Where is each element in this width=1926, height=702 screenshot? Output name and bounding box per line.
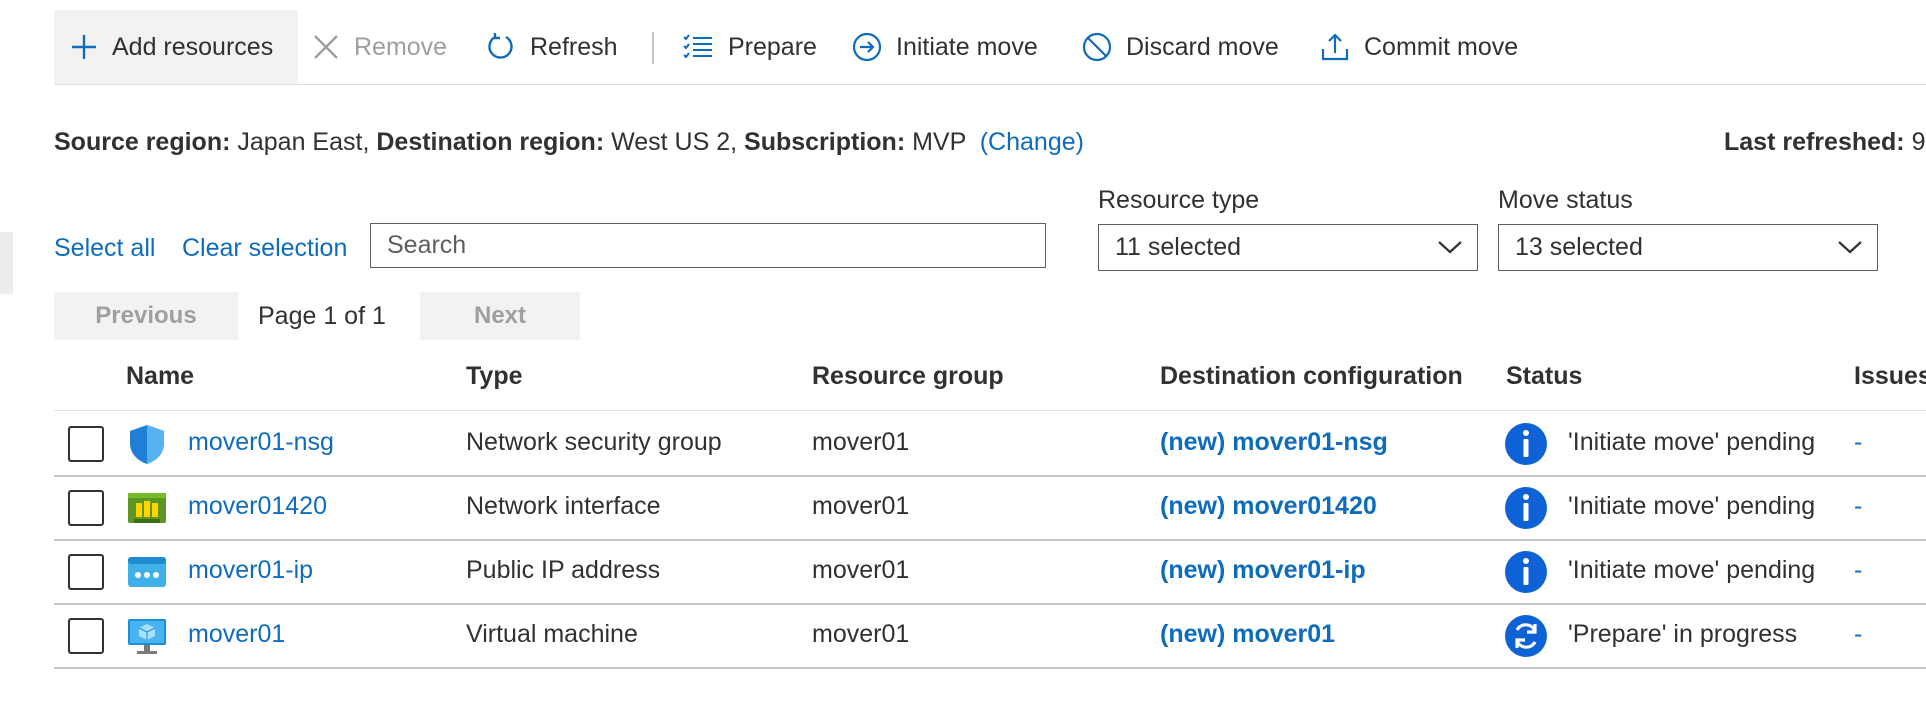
column-header-destination-configuration[interactable]: Destination configuration: [1160, 362, 1463, 391]
resource-type-selected: 11 selected: [1115, 233, 1242, 261]
move-status-label: Move status: [1498, 186, 1633, 214]
subscription-label: Subscription:: [744, 128, 906, 156]
network-interface-icon: [128, 493, 166, 523]
prepare-label: Prepare: [728, 32, 817, 61]
issues-link[interactable]: -: [1854, 620, 1862, 649]
column-header-issues[interactable]: Issues: [1854, 362, 1926, 391]
row-checkbox[interactable]: [68, 554, 104, 590]
table-row[interactable]: mover01-nsg Network security group mover…: [0, 412, 1926, 476]
add-resources-label: Add resources: [112, 32, 274, 61]
move-status-text: 'Initiate move' pending: [1568, 428, 1816, 456]
row-checkbox[interactable]: [68, 426, 104, 462]
issues-link[interactable]: -: [1854, 556, 1862, 585]
table-row[interactable]: mover01-ip Public IP address mover01 (ne…: [0, 540, 1926, 604]
nsg-shield-icon: [130, 425, 164, 464]
last-refreshed-value: 9: [1911, 128, 1926, 156]
discard-move-label: Discard move: [1126, 32, 1279, 61]
table-row[interactable]: mover01420 Network interface mover01 (ne…: [0, 476, 1926, 540]
row-checkbox[interactable]: [68, 490, 104, 526]
initiate-move-button[interactable]: Initiate move: [852, 10, 1038, 84]
resource-name-link[interactable]: mover01420: [188, 492, 327, 521]
search-input[interactable]: [370, 223, 1046, 268]
row-checkbox[interactable]: [68, 618, 104, 654]
source-region-value: Japan East,: [237, 128, 370, 156]
move-status-text: 'Initiate move' pending: [1568, 556, 1816, 584]
commit-move-label: Commit move: [1364, 32, 1519, 61]
column-header-status[interactable]: Status: [1506, 362, 1582, 391]
destination-config-link[interactable]: (new) mover01-nsg: [1160, 428, 1388, 457]
select-all-link[interactable]: Select all: [54, 234, 155, 263]
source-region-label: Source region:: [54, 128, 231, 156]
previous-page-button[interactable]: Previous: [54, 292, 238, 340]
cancel-circle-icon: [1082, 32, 1112, 62]
left-panel-edge: [0, 232, 13, 294]
destination-config-link[interactable]: (new) mover01-ip: [1160, 556, 1366, 585]
initiate-move-label: Initiate move: [896, 32, 1038, 61]
issues-link[interactable]: -: [1854, 428, 1862, 457]
page-indicator: Page 1 of 1: [258, 302, 386, 330]
resource-type: Network interface: [466, 492, 661, 520]
resource-group: mover01: [812, 620, 910, 648]
virtual-machine-icon: [128, 619, 166, 654]
plus-icon: [72, 35, 96, 59]
move-status-dropdown[interactable]: 13 selected: [1498, 224, 1878, 271]
header-divider: [54, 410, 1926, 411]
move-status-text: 'Prepare' in progress: [1568, 620, 1798, 648]
chevron-down-icon: [1838, 241, 1862, 254]
move-status-selected: 13 selected: [1515, 233, 1643, 261]
info-icon: [1505, 551, 1547, 593]
close-icon: [314, 35, 338, 59]
column-header-type[interactable]: Type: [466, 362, 523, 391]
change-subscription-link[interactable]: (Change): [980, 128, 1084, 156]
resource-name-link[interactable]: mover01-ip: [188, 556, 313, 585]
commit-move-button[interactable]: Commit move: [1320, 10, 1518, 84]
destination-region-label: Destination region:: [376, 128, 605, 156]
column-header-name[interactable]: Name: [126, 362, 194, 391]
resource-name-link[interactable]: mover01-nsg: [188, 428, 334, 457]
clear-selection-link[interactable]: Clear selection: [182, 234, 347, 263]
command-bar: Add resources Remove Refresh Prepare Ini…: [54, 10, 1926, 85]
remove-label: Remove: [354, 32, 448, 61]
resource-type: Virtual machine: [466, 620, 638, 648]
destination-region-value: West US 2,: [611, 128, 738, 156]
resource-type-label: Resource type: [1098, 186, 1260, 214]
prepare-button[interactable]: Prepare: [682, 10, 817, 84]
last-refreshed-label: Last refreshed:: [1724, 128, 1905, 156]
refresh-label: Refresh: [530, 32, 618, 61]
move-summary: Source region: Japan East, Destination r…: [54, 128, 1084, 157]
resource-type: Public IP address: [466, 556, 661, 584]
next-page-button[interactable]: Next: [420, 292, 580, 340]
info-icon: [1505, 487, 1547, 529]
resource-group: mover01: [812, 556, 910, 584]
public-ip-icon: [128, 557, 166, 587]
last-refreshed: Last refreshed: 9: [1724, 128, 1925, 157]
subscription-value: MVP: [912, 128, 966, 156]
toolbar-divider: [652, 32, 654, 64]
refresh-icon: [488, 33, 513, 59]
move-status-text: 'Initiate move' pending: [1568, 492, 1816, 520]
resource-name-link[interactable]: mover01: [188, 620, 285, 649]
remove-button[interactable]: Remove: [312, 10, 447, 84]
resource-type: Network security group: [466, 428, 722, 456]
column-header-resource-group[interactable]: Resource group: [812, 362, 1004, 391]
arrow-circle-icon: [852, 32, 882, 62]
discard-move-button[interactable]: Discard move: [1082, 10, 1279, 84]
destination-config-link[interactable]: (new) mover01420: [1160, 492, 1377, 521]
row-divider: [54, 667, 1926, 669]
sync-icon: [1505, 615, 1547, 657]
checklist-icon: [683, 34, 712, 59]
chevron-down-icon: [1438, 241, 1462, 254]
destination-config-link[interactable]: (new) mover01: [1160, 620, 1335, 649]
table-row[interactable]: mover01 Virtual machine mover01 (new) mo…: [0, 604, 1926, 668]
resource-group: mover01: [812, 492, 910, 520]
issues-link[interactable]: -: [1854, 492, 1862, 521]
resource-group: mover01: [812, 428, 910, 456]
resource-type-dropdown[interactable]: 11 selected: [1098, 224, 1478, 271]
upload-icon: [1321, 33, 1349, 61]
add-resources-button[interactable]: Add resources: [54, 10, 298, 84]
refresh-button[interactable]: Refresh: [486, 10, 618, 84]
info-icon: [1505, 423, 1547, 465]
